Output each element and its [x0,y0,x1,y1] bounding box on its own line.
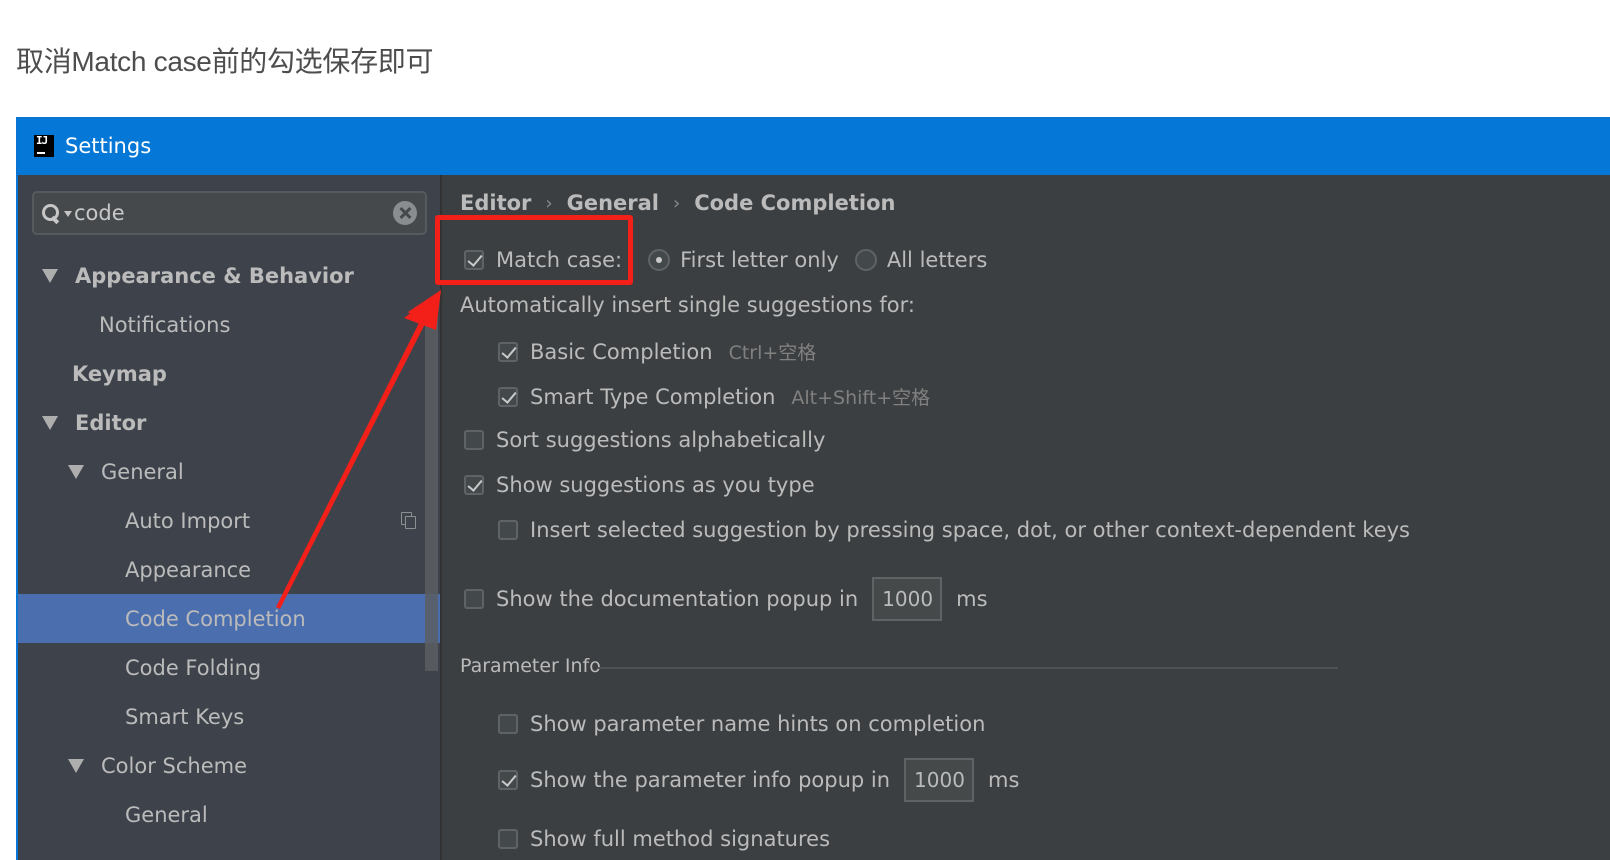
tree-item-label: Code Folding [125,655,262,680]
tree-item-auto-import[interactable]: Auto Import [18,496,440,545]
sidebar-scrollbar[interactable] [425,311,438,671]
insert-by-space-label[interactable]: Insert selected suggestion by pressing s… [530,518,1410,542]
doc-popup-delay-input[interactable]: 1000 [872,577,943,621]
show-as-you-type-label[interactable]: Show suggestions as you type [496,473,815,497]
settings-search-box[interactable] [32,191,427,235]
expand-arrow-icon[interactable] [68,758,84,773]
intellij-idea-icon: IJ [34,134,54,157]
sort-alphabetically-checkbox[interactable] [464,430,484,450]
settings-window: IJ Settings Appearance & Behavior Notifi… [16,117,1610,860]
first-letter-only-label[interactable]: First letter only [680,248,839,272]
basic-completion-row: Basic Completion Ctrl+空格 [498,338,816,365]
search-options-dropdown-icon[interactable] [64,211,72,217]
basic-completion-checkbox[interactable] [498,341,518,362]
settings-search-input[interactable] [72,195,393,231]
tree-item-label: General [101,459,184,484]
chevron-right-icon: › [673,192,681,214]
smart-type-completion-checkbox[interactable] [498,386,518,407]
all-letters-label[interactable]: All letters [887,248,987,272]
tree-item-label: Auto Import [125,508,251,533]
smart-type-completion-label[interactable]: Smart Type Completion [530,385,775,409]
smart-type-completion-shortcut: Alt+Shift+空格 [791,387,931,409]
first-letter-only-radio[interactable] [648,249,671,271]
smart-type-completion-row: Smart Type Completion Alt+Shift+空格 [498,383,930,410]
tree-item-label: Keymap [72,361,167,386]
doc-popup-row: Show the documentation popup in 1000 ms [464,577,988,621]
full-signatures-row: Show full method signatures [498,827,830,851]
sort-alphabetically-label[interactable]: Sort suggestions alphabetically [496,428,825,452]
show-as-you-type-checkbox[interactable] [464,475,484,495]
tree-item-label: Appearance & Behavior [75,263,354,288]
show-as-you-type-row: Show suggestions as you type [464,473,815,497]
settings-sidebar: Appearance & Behavior Notifications Keym… [18,175,440,860]
doc-popup-checkbox[interactable] [464,589,484,609]
tree-item-label: Appearance [125,557,252,582]
all-letters-radio[interactable] [854,249,877,271]
tree-item-smart-keys[interactable]: Smart Keys [18,692,440,741]
instruction-caption: 取消Match case前的勾选保存即可 [16,46,434,77]
parameter-info-section-title: Parameter Info [460,655,601,677]
tree-item-code-completion[interactable]: Code Completion [18,594,440,643]
breadcrumb-item[interactable]: General [567,191,659,215]
chevron-right-icon: › [545,192,553,214]
insert-by-space-row: Insert selected suggestion by pressing s… [498,518,1410,542]
tree-item-appearance-behavior[interactable]: Appearance & Behavior [18,251,440,300]
tree-item-label: Editor [75,410,147,435]
tree-item-editor[interactable]: Editor [18,398,440,447]
param-info-popup-row: Show the parameter info popup in 1000 ms [498,758,1019,802]
doc-popup-unit: ms [956,587,988,611]
expand-arrow-icon[interactable] [42,268,58,283]
copy-icon [401,512,416,529]
sort-alphabetically-row: Sort suggestions alphabetically [464,428,825,452]
tree-item-label: Smart Keys [125,704,245,729]
settings-tree: Appearance & Behavior Notifications Keym… [18,251,440,839]
full-signatures-checkbox[interactable] [498,829,518,849]
title-bar: IJ Settings [18,117,1610,175]
doc-popup-label[interactable]: Show the documentation popup in [496,587,858,611]
param-info-popup-checkbox[interactable] [498,770,518,790]
tree-item-label: Color Scheme [101,753,247,778]
name-hints-label[interactable]: Show parameter name hints on completion [530,712,985,736]
tree-item-appearance[interactable]: Appearance [18,545,440,594]
tree-item-label: Notifications [99,312,231,337]
param-info-popup-delay-input[interactable]: 1000 [904,758,975,802]
window-title: Settings [65,134,152,158]
tree-item-color-scheme[interactable]: Color Scheme [18,741,440,790]
expand-arrow-icon[interactable] [42,415,58,430]
search-icon[interactable] [40,201,64,225]
param-info-popup-label[interactable]: Show the parameter info popup in [530,768,890,792]
breadcrumb: Editor › General › Code Completion [460,191,895,215]
expand-arrow-icon[interactable] [68,464,84,479]
breadcrumb-item: Code Completion [694,191,896,215]
insert-by-space-checkbox[interactable] [498,520,518,540]
full-signatures-label[interactable]: Show full method signatures [530,827,830,851]
name-hints-row: Show parameter name hints on completion [498,712,985,736]
basic-completion-label[interactable]: Basic Completion [530,340,713,364]
section-separator [598,667,1338,669]
tree-item-code-folding[interactable]: Code Folding [18,643,440,692]
clear-search-icon[interactable] [393,201,417,225]
tree-item-editor-general[interactable]: General [18,447,440,496]
name-hints-checkbox[interactable] [498,714,518,734]
auto-insert-heading: Automatically insert single suggestions … [460,293,915,317]
tree-item-notifications[interactable]: Notifications [18,300,440,349]
auto-insert-label: Automatically insert single suggestions … [460,293,915,317]
tree-item-color-scheme-general[interactable]: General [18,790,440,839]
basic-completion-shortcut: Ctrl+空格 [728,342,817,364]
annotation-highlight-box [435,215,633,285]
param-info-popup-unit: ms [988,768,1020,792]
breadcrumb-item[interactable]: Editor [460,191,531,215]
tree-item-label: General [125,802,208,827]
tree-item-label: Code Completion [125,606,306,631]
tree-item-keymap[interactable]: Keymap [18,349,440,398]
